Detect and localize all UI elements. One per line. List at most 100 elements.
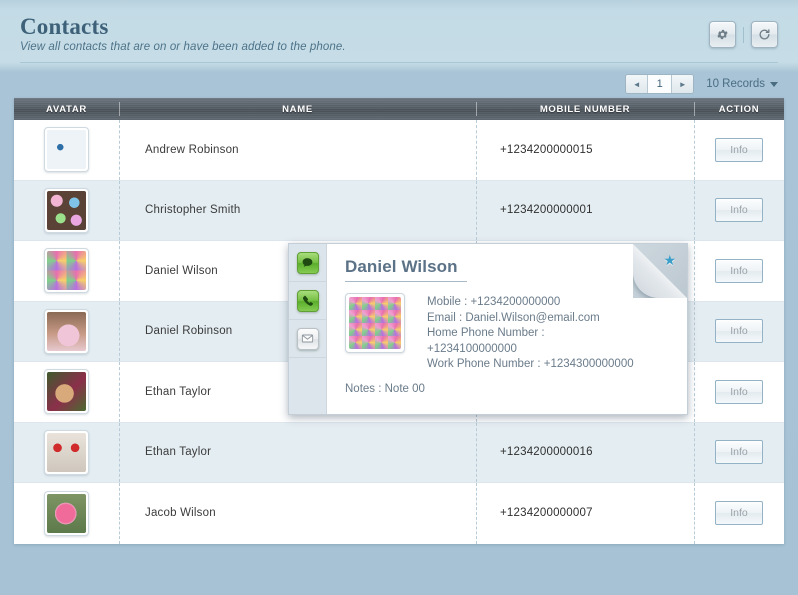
settings-button[interactable] — [709, 21, 736, 48]
send-message-button[interactable] — [289, 244, 326, 282]
cell-action: Info — [694, 362, 784, 422]
contact-name: Ethan Taylor — [145, 446, 212, 459]
popup-field-home-phone-value: +1234100000000 — [427, 342, 517, 355]
popup-fields: Mobile : +1234200000000 Email : Daniel.W… — [427, 293, 634, 373]
avatar — [44, 248, 89, 294]
info-button[interactable]: Info — [715, 137, 763, 162]
cell-avatar — [14, 120, 119, 180]
avatar — [44, 429, 89, 475]
contact-name: Christopher Smith — [145, 204, 241, 217]
avatar-image — [47, 190, 86, 230]
contact-name: Jacob Wilson — [145, 507, 216, 520]
popup-contact-name: Daniel Wilson — [345, 257, 458, 276]
info-button[interactable]: Info — [715, 258, 763, 283]
popup-rail-filler — [289, 358, 326, 414]
cell-action: Info — [694, 120, 784, 180]
table-row[interactable]: Andrew Robinson +1234200000015 Info — [14, 120, 784, 181]
popup-avatar-image — [349, 297, 401, 349]
cell-avatar — [14, 423, 119, 483]
table-row[interactable]: Christopher Smith +1234200000001 Info — [14, 180, 784, 241]
avatar-image — [47, 493, 86, 533]
column-header-name: NAME — [119, 98, 476, 120]
popup-avatar — [345, 293, 405, 353]
page-header: Contacts View all contacts that are on o… — [0, 0, 798, 66]
cell-action: Info — [694, 180, 784, 241]
avatar-image — [47, 251, 86, 291]
send-email-button[interactable] — [289, 320, 326, 358]
avatar-image — [47, 311, 86, 351]
column-header-mobile: MOBILE NUMBER — [476, 98, 694, 120]
info-button[interactable]: Info — [715, 319, 763, 344]
cell-avatar — [14, 362, 119, 422]
cell-action: Info — [694, 483, 784, 544]
chevron-down-icon — [770, 81, 778, 87]
next-page-button[interactable]: ► — [672, 75, 694, 93]
message-icon — [296, 251, 319, 274]
contact-mobile: +1234200000007 — [500, 507, 593, 520]
popup-action-rail — [289, 244, 327, 414]
records-per-page-label: 10 Records — [706, 78, 765, 90]
pagination-row: ◄ 1 ► 10 Records — [625, 74, 778, 94]
contacts-page: Contacts View all contacts that are on o… — [0, 0, 798, 595]
avatar-image — [47, 372, 86, 412]
avatar-image — [47, 432, 86, 472]
current-page-number[interactable]: 1 — [647, 75, 673, 93]
avatar — [44, 490, 89, 536]
contact-name: Daniel Wilson — [145, 264, 218, 277]
cell-avatar — [14, 181, 119, 241]
avatar — [44, 369, 89, 415]
popup-field-home-phone-label: Home Phone Number : — [427, 327, 545, 339]
cell-name: Jacob Wilson — [119, 483, 476, 544]
star-icon[interactable]: ★ — [663, 253, 676, 267]
page-title: Contacts — [20, 14, 109, 39]
cell-mobile: +1234200000016 — [476, 422, 694, 483]
pagination-control: ◄ 1 ► — [625, 74, 695, 94]
table-header-row: AVATAR NAME MOBILE NUMBER ACTION — [14, 98, 784, 120]
contact-mobile: +1234200000016 — [500, 446, 593, 459]
contact-mobile: +1234200000015 — [500, 143, 593, 156]
phone-icon — [296, 289, 319, 312]
popup-title-divider — [345, 281, 467, 282]
table-row[interactable]: Ethan Taylor +1234200000016 Info — [14, 422, 784, 483]
cell-avatar — [14, 483, 119, 544]
avatar-image — [47, 130, 86, 170]
info-button[interactable]: Info — [715, 440, 763, 465]
cell-avatar — [14, 302, 119, 362]
contact-detail-popup: ★ Daniel Wilson Mobile : +1234200000000 … — [288, 243, 688, 415]
column-header-action: ACTION — [694, 98, 784, 120]
records-per-page-dropdown[interactable]: 10 Records — [706, 78, 778, 90]
mail-icon — [296, 327, 319, 350]
page-subtitle: View all contacts that are on or have be… — [20, 41, 346, 53]
avatar — [44, 308, 89, 354]
cell-name: Ethan Taylor — [119, 422, 476, 483]
popup-field-work-phone: Work Phone Number : +1234300000000 — [427, 358, 634, 370]
avatar — [44, 187, 89, 233]
popup-main: Mobile : +1234200000000 Email : Daniel.W… — [345, 293, 671, 373]
gear-icon — [716, 28, 729, 41]
call-button[interactable] — [289, 282, 326, 320]
avatar — [44, 127, 89, 173]
refresh-button[interactable] — [751, 21, 778, 48]
popup-field-mobile: Mobile : +1234200000000 — [427, 296, 561, 308]
prev-page-button[interactable]: ◄ — [626, 75, 648, 93]
popup-field-email: Email : Daniel.Wilson@email.com — [427, 311, 600, 324]
cell-mobile: +1234200000007 — [476, 483, 694, 544]
info-button[interactable]: Info — [715, 379, 763, 404]
popup-notes: Notes : Note 00 — [345, 382, 425, 395]
header-actions — [709, 21, 778, 48]
column-header-avatar: AVATAR — [46, 103, 87, 115]
contact-name: Ethan Taylor — [145, 385, 212, 398]
contact-mobile: +1234200000001 — [500, 204, 593, 217]
header-divider — [20, 62, 778, 63]
info-button[interactable]: Info — [715, 198, 763, 223]
info-button[interactable]: Info — [715, 501, 763, 526]
popup-body: ★ Daniel Wilson Mobile : +1234200000000 … — [327, 244, 687, 414]
refresh-icon — [758, 28, 771, 41]
cell-mobile: +1234200000001 — [476, 180, 694, 241]
table-row[interactable]: Jacob Wilson +1234200000007 Info — [14, 483, 784, 544]
cell-action: Info — [694, 422, 784, 483]
contact-name: Daniel Robinson — [145, 325, 233, 338]
cell-name: Christopher Smith — [119, 180, 476, 241]
contact-name: Andrew Robinson — [145, 143, 239, 156]
cell-action: Info — [694, 301, 784, 362]
